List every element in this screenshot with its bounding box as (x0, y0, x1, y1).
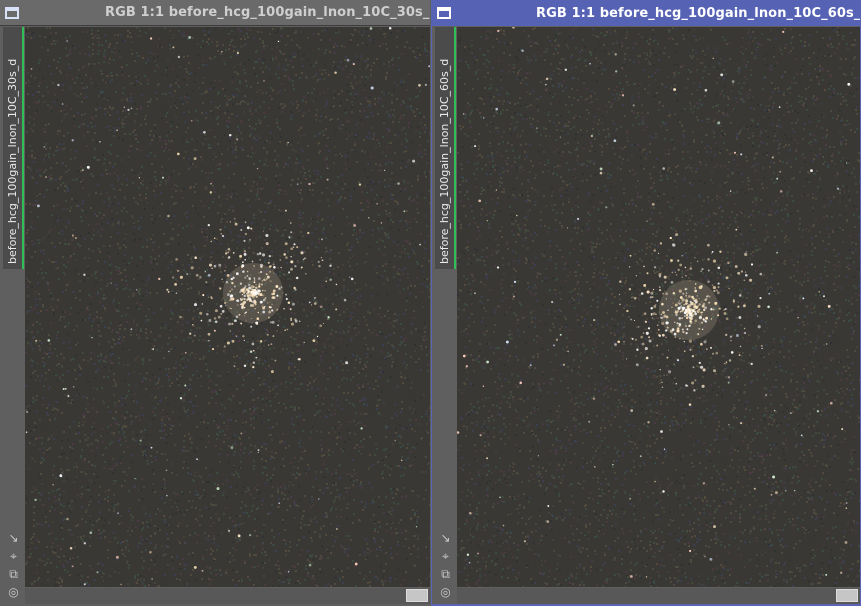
window-titlebar[interactable]: RGB 1:1 before_hcg_100gain_lnon_10C_60s_… (432, 0, 860, 26)
target-icon[interactable]: ◎ (7, 586, 20, 599)
window-titlebar[interactable]: RGB 1:1 before_hcg_100gain_lnon_10C_30s_… (0, 0, 430, 26)
image-window-right[interactable]: RGB 1:1 before_hcg_100gain_lnon_10C_60s_… (431, 0, 861, 606)
view-side-tab[interactable]: before_hcg_100gain_lnon_10C_30s_d (3, 27, 24, 269)
horizontal-scrollbar[interactable] (25, 588, 430, 604)
zoom-extents-icon[interactable]: ⌖ (7, 550, 20, 563)
view-side-tab[interactable]: before_hcg_100gain_lnon_10C_60s_d (435, 27, 456, 269)
image-viewport[interactable] (457, 27, 860, 587)
clone-view-icon[interactable]: ⧉ (439, 568, 452, 581)
image-viewport[interactable] (25, 27, 430, 587)
window-title: RGB 1:1 before_hcg_100gain_lnon_10C_30s_… (105, 5, 430, 20)
view-side-tab-label: before_hcg_100gain_lnon_10C_60s_d (438, 58, 451, 264)
star-cluster-image (457, 27, 860, 587)
window-icon[interactable] (437, 7, 451, 19)
scrollbar-thumb[interactable] (836, 589, 858, 602)
clone-view-icon[interactable]: ⧉ (7, 568, 20, 581)
star-cluster-image (25, 27, 430, 587)
view-side-tab-label: before_hcg_100gain_lnon_10C_30s_d (6, 58, 19, 264)
image-window-left[interactable]: RGB 1:1 before_hcg_100gain_lnon_10C_30s_… (0, 0, 430, 606)
target-icon[interactable]: ◎ (439, 586, 452, 599)
window-icon[interactable] (5, 6, 19, 19)
fit-view-icon[interactable]: ↘ (7, 532, 20, 545)
fit-view-icon[interactable]: ↘ (439, 532, 452, 545)
window-title: RGB 1:1 before_hcg_100gain_lnon_10C_60s_… (536, 5, 860, 21)
horizontal-scrollbar[interactable] (457, 588, 860, 604)
scrollbar-thumb[interactable] (406, 589, 428, 602)
zoom-extents-icon[interactable]: ⌖ (439, 550, 452, 563)
